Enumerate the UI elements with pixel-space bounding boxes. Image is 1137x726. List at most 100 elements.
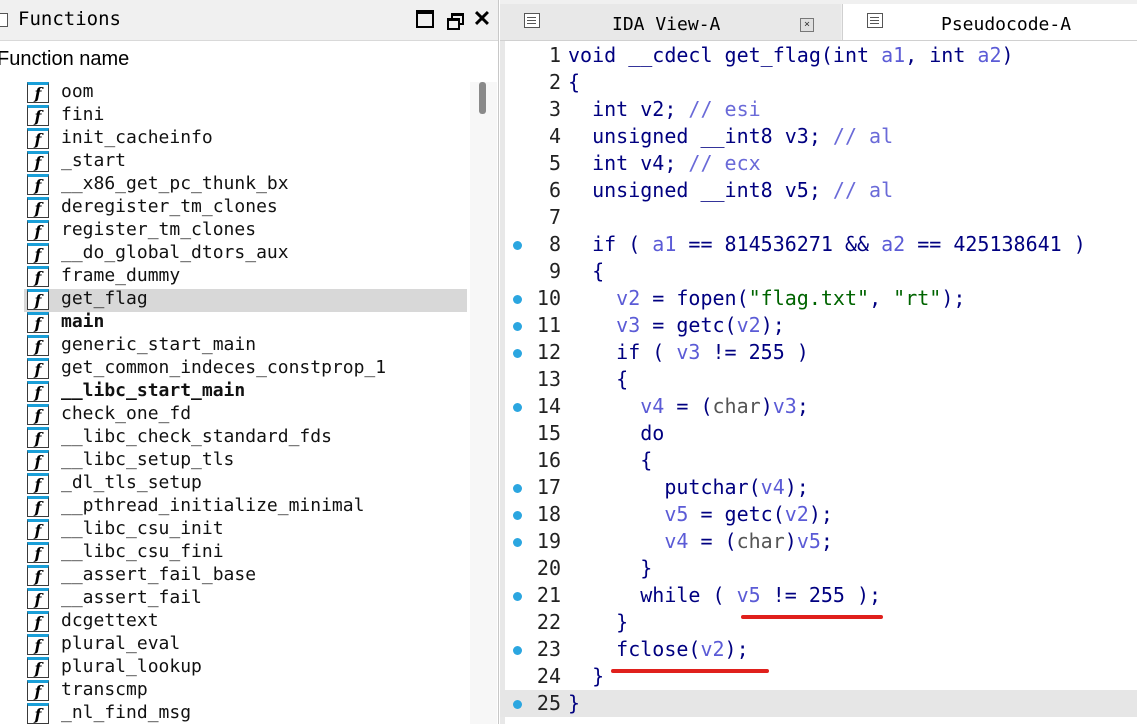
- close-panel-button[interactable]: ✕: [471, 6, 493, 31]
- breakpoint-marker-icon[interactable]: [513, 349, 522, 358]
- function-row[interactable]: f __libc_start_main: [24, 380, 467, 404]
- function-name: fini: [61, 104, 105, 125]
- breakpoint-marker-icon[interactable]: [513, 700, 522, 709]
- code-line[interactable]: 14 v4 = (char)v3;: [500, 393, 1137, 420]
- function-row[interactable]: f oom: [24, 81, 467, 105]
- function-row[interactable]: f _nl_find_msg: [24, 702, 467, 726]
- code-line[interactable]: 24 }: [500, 663, 1137, 690]
- function-icon: f: [27, 657, 49, 678]
- breakpoint-marker-icon[interactable]: [513, 484, 522, 493]
- code-line[interactable]: 23 fclose(v2);: [500, 636, 1137, 663]
- function-list-scrollbar[interactable]: [470, 82, 497, 724]
- code-line[interactable]: 22 }: [500, 609, 1137, 636]
- code-line[interactable]: 25}: [500, 690, 1137, 717]
- function-row[interactable]: f generic_start_main: [24, 334, 467, 358]
- code-token: v4: [664, 529, 689, 553]
- function-row[interactable]: f get_flag: [24, 288, 467, 312]
- code-line[interactable]: 3 int v2; // esi: [500, 96, 1137, 123]
- tab-pseudocode-a[interactable]: Pseudocode-A: [842, 4, 1137, 40]
- code-line[interactable]: 20 }: [500, 555, 1137, 582]
- function-icon: f: [27, 128, 49, 149]
- code-line[interactable]: 12 if ( v3 != 255 ): [500, 339, 1137, 366]
- breakpoint-marker-icon[interactable]: [513, 322, 522, 331]
- line-number: 25: [536, 691, 561, 715]
- code-token: a1: [881, 43, 906, 67]
- function-row[interactable]: f __do_global_dtors_aux: [24, 242, 467, 266]
- code-line[interactable]: 4 unsigned __int8 v3; // al: [500, 123, 1137, 150]
- close-icon: ✕: [472, 6, 492, 31]
- function-row[interactable]: f frame_dummy: [24, 265, 467, 289]
- breakpoint-marker-icon[interactable]: [513, 241, 522, 250]
- code-token: == 425138641 ): [905, 232, 1086, 256]
- code-line[interactable]: 11 v3 = getc(v2);: [500, 312, 1137, 339]
- function-row[interactable]: f plural_lookup: [24, 656, 467, 680]
- function-icon: f: [27, 588, 49, 609]
- code-line[interactable]: 18 v5 = getc(v2);: [500, 501, 1137, 528]
- function-row[interactable]: f __libc_setup_tls: [24, 449, 467, 473]
- code-line[interactable]: 17 putchar(v4);: [500, 474, 1137, 501]
- code-line[interactable]: 7: [500, 204, 1137, 231]
- code-line[interactable]: 21 while ( v5 != 255 );: [500, 582, 1137, 609]
- function-row[interactable]: f init_cacheinfo: [24, 127, 467, 151]
- column-header-function-name[interactable]: Function name: [0, 48, 129, 71]
- maximize-button[interactable]: [414, 8, 436, 30]
- code-text: }: [568, 691, 580, 715]
- code-line[interactable]: 15 do: [500, 420, 1137, 447]
- code-text: v3 = getc(v2);: [568, 313, 785, 337]
- code-line[interactable]: 16 {: [500, 447, 1137, 474]
- code-token: }: [568, 610, 629, 634]
- code-line[interactable]: 19 v4 = (char)v5;: [500, 528, 1137, 555]
- listing-icon: [867, 13, 883, 28]
- function-row[interactable]: f __libc_csu_fini: [24, 541, 467, 565]
- function-row[interactable]: f __x86_get_pc_thunk_bx: [24, 173, 467, 197]
- function-name: generic_start_main: [61, 334, 257, 355]
- function-row[interactable]: f __libc_csu_init: [24, 518, 467, 542]
- breakpoint-marker-icon[interactable]: [513, 538, 522, 547]
- function-row[interactable]: f get_common_indeces_constprop_1: [24, 357, 467, 381]
- code-token: char: [712, 394, 761, 418]
- function-row[interactable]: f __libc_check_standard_fds: [24, 426, 467, 450]
- code-token: // al: [832, 178, 894, 202]
- function-row[interactable]: f __pthread_initialize_minimal: [24, 495, 467, 519]
- function-row[interactable]: f register_tm_clones: [24, 219, 467, 243]
- code-line[interactable]: 5 int v4; // ecx: [500, 150, 1137, 177]
- breakpoint-marker-icon[interactable]: [513, 592, 522, 601]
- breakpoint-marker-icon[interactable]: [513, 403, 522, 412]
- function-row[interactable]: f _start: [24, 150, 467, 174]
- code-line[interactable]: 6 unsigned __int8 v5; // al: [500, 177, 1137, 204]
- functions-panel: Functions ✕ Function name f oom f fini f init…: [0, 0, 499, 724]
- tab-close-button[interactable]: ×: [800, 18, 814, 32]
- code-line[interactable]: 9 {: [500, 258, 1137, 285]
- function-row[interactable]: f _dl_tls_setup: [24, 472, 467, 496]
- function-row[interactable]: f check_one_fd: [24, 403, 467, 427]
- code-line[interactable]: 10 v2 = fopen("flag.txt", "rt");: [500, 285, 1137, 312]
- code-token: = fopen(: [640, 286, 749, 310]
- code-line[interactable]: 8 if ( a1 == 814536271 && a2 == 42513864…: [500, 231, 1137, 258]
- code-token: ): [1001, 43, 1014, 67]
- float-button[interactable]: [443, 8, 465, 30]
- tab-ida-view-a[interactable]: IDA View-A ×: [500, 4, 841, 40]
- breakpoint-marker-icon[interactable]: [513, 511, 522, 520]
- code-line[interactable]: 2{: [500, 69, 1137, 96]
- function-row[interactable]: f plural_eval: [24, 633, 467, 657]
- code-token: int v2;: [568, 97, 689, 121]
- function-row[interactable]: f fini: [24, 104, 467, 128]
- code-token: = (: [688, 529, 737, 553]
- function-row[interactable]: f __assert_fail_base: [24, 564, 467, 588]
- function-name: __libc_setup_tls: [61, 449, 235, 470]
- function-row[interactable]: f main: [24, 311, 467, 335]
- code-line[interactable]: 13 {: [500, 366, 1137, 393]
- function-row[interactable]: f transcmp: [24, 679, 467, 703]
- code-line[interactable]: 1 void __cdecl get_flag(int a1, int a2): [500, 42, 1137, 69]
- function-name: check_one_fd: [61, 403, 192, 424]
- scrollbar-thumb[interactable]: [479, 82, 486, 114]
- function-row[interactable]: f dcgettext: [24, 610, 467, 634]
- function-row[interactable]: f deregister_tm_clones: [24, 196, 467, 220]
- code-token: {: [568, 70, 581, 94]
- code-text: void __cdecl get_flag(int a1, int a2): [568, 43, 1014, 67]
- breakpoint-marker-icon[interactable]: [513, 646, 522, 655]
- pseudocode-view[interactable]: 1 void __cdecl get_flag(int a1, int a2) 2{…: [500, 41, 1137, 724]
- function-row[interactable]: f __assert_fail: [24, 587, 467, 611]
- breakpoint-marker-icon[interactable]: [513, 295, 522, 304]
